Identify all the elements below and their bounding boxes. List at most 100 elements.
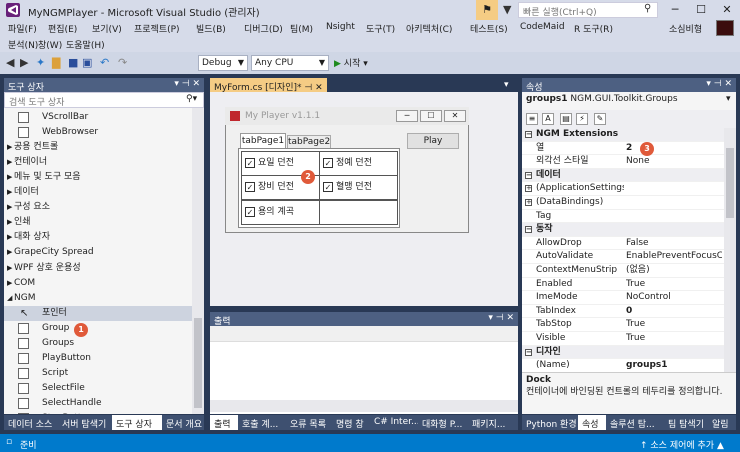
- bottom-tab[interactable]: 문서 개요: [162, 415, 204, 430]
- toolbox-item[interactable]: ▶ 구성 요소: [4, 200, 192, 215]
- toolbox-scroll-thumb[interactable]: [194, 318, 202, 408]
- collapse-icon[interactable]: −: [525, 171, 532, 179]
- bottom-tab[interactable]: 팀 탐색기: [664, 415, 708, 430]
- bottom-tab[interactable]: 도구 상자: [112, 415, 162, 430]
- property-value[interactable]: EnablePreventFocusChar: [626, 250, 722, 263]
- start-button[interactable]: ▶ 시작 ▾: [334, 56, 368, 69]
- bottom-tab[interactable]: 솔루션 탐...: [606, 415, 664, 430]
- checkbox-daily-dungeon[interactable]: ✓ 요일 던전: [245, 156, 325, 170]
- property-row[interactable]: + (ApplicationSettings): [522, 182, 724, 196]
- configuration-select[interactable]: Debug ▼: [198, 55, 248, 71]
- play-button[interactable]: Play: [407, 133, 459, 149]
- toolbox-header[interactable]: 도구 상자 ▾ ⊣ ✕: [4, 78, 204, 93]
- menu-item[interactable]: CodeMaid: [520, 22, 565, 32]
- property-pages-icon[interactable]: ✎: [594, 113, 606, 125]
- toolbox-item[interactable]: ▶ 인쇄: [4, 215, 192, 230]
- document-tab[interactable]: MyForm.cs [디자인]* ⊣ ✕: [210, 78, 327, 93]
- toolbox-item[interactable]: ▶ 메뉴 및 도구 모음: [4, 170, 192, 185]
- close-button[interactable]: ✕: [714, 0, 740, 20]
- property-value[interactable]: None: [626, 155, 722, 168]
- menu-item[interactable]: 보기(V): [92, 22, 122, 35]
- property-row[interactable]: TabStop True: [522, 318, 724, 332]
- back-icon[interactable]: ◀: [6, 56, 14, 69]
- bottom-tab[interactable]: 대화형 P...: [418, 415, 468, 430]
- property-row[interactable]: 열2: [522, 142, 724, 156]
- collapse-icon[interactable]: −: [525, 226, 532, 234]
- property-value[interactable]: False: [626, 237, 722, 250]
- menu-item[interactable]: 편집(E): [48, 22, 77, 35]
- property-row[interactable]: Enabled True: [522, 278, 724, 292]
- bottom-tab[interactable]: C# Inter...: [370, 415, 420, 430]
- toolbox-item[interactable]: Groups: [4, 336, 192, 351]
- property-value[interactable]: True: [626, 332, 722, 345]
- property-row[interactable]: Visible True: [522, 332, 724, 346]
- toolbox-item[interactable]: ▶ WPF 상호 운용성: [4, 261, 192, 276]
- categorized-icon[interactable]: ≡: [526, 113, 538, 125]
- toolbox-item[interactable]: WebBrowser: [4, 125, 192, 140]
- search-icon[interactable]: ⚲▾: [186, 94, 197, 104]
- property-value[interactable]: True: [626, 278, 722, 291]
- redo-icon[interactable]: ↷: [118, 56, 127, 69]
- expand-icon[interactable]: +: [525, 199, 532, 206]
- panel-controls-icon[interactable]: ▾ ⊣ ✕: [488, 313, 514, 323]
- new-project-icon[interactable]: ✦: [36, 56, 45, 69]
- toolbox-item[interactable]: ▶ 공용 컨트롤: [4, 140, 192, 155]
- menu-item[interactable]: 분석(N): [8, 38, 38, 51]
- panel-controls-icon[interactable]: ▾ ⊣ ✕: [706, 79, 732, 89]
- toolbox-item[interactable]: Group: [4, 321, 192, 336]
- property-row[interactable]: + (DataBindings): [522, 196, 724, 210]
- toolbox-item[interactable]: ◢ NGM: [4, 291, 192, 306]
- bottom-tab[interactable]: 패키지...: [468, 415, 518, 430]
- menu-item[interactable]: 파일(F): [8, 22, 37, 35]
- property-row[interactable]: TabIndex 0: [522, 305, 724, 319]
- menu-item[interactable]: 빌드(B): [196, 22, 226, 35]
- user-name[interactable]: 소심비형: [669, 22, 702, 35]
- property-category[interactable]: − 디자인: [522, 345, 724, 360]
- menu-item[interactable]: 도움말(H): [66, 38, 105, 51]
- toolbox-item[interactable]: ▶ GrapeCity Spread: [4, 245, 192, 260]
- menu-item[interactable]: 테스트(S): [470, 22, 508, 35]
- toolbox-item[interactable]: SelectHandle: [4, 396, 192, 411]
- panel-controls-icon[interactable]: ▾ ⊣ ✕: [174, 79, 200, 89]
- checkbox-equipment-dungeon[interactable]: ✓ 장비 던전: [245, 180, 325, 194]
- bottom-tab[interactable]: 호출 계...: [238, 415, 286, 430]
- toolbox-search-input[interactable]: 검색 도구 상자: [4, 92, 204, 108]
- checkbox-dragon-valley[interactable]: ✓ 용의 계곡: [245, 205, 325, 219]
- source-control-button[interactable]: ↑ 소스 제어에 추가 ▲: [640, 438, 724, 451]
- output-scrollbar[interactable]: [210, 400, 518, 412]
- platform-select[interactable]: Any CPU ▼: [251, 55, 329, 71]
- bottom-tab[interactable]: 출력: [210, 415, 238, 430]
- toolbox-item[interactable]: PlayButton: [4, 351, 192, 366]
- properties-icon[interactable]: ▤: [560, 113, 572, 125]
- chevron-down-icon[interactable]: ▾: [726, 94, 731, 104]
- menu-item[interactable]: 팀(M): [290, 22, 313, 35]
- toolbox-item[interactable]: ▶ COM: [4, 276, 192, 291]
- save-all-icon[interactable]: ▣: [82, 56, 92, 69]
- bottom-tab[interactable]: 명령 창: [332, 415, 370, 430]
- toolbox-item[interactable]: ↖ 포인터: [4, 305, 192, 321]
- checkbox-elite-dungeon[interactable]: ✓ 정예 던전: [323, 156, 403, 170]
- property-value[interactable]: (없음): [626, 264, 722, 277]
- property-value[interactable]: True: [626, 318, 722, 331]
- property-row[interactable]: AllowDrop False: [522, 237, 724, 251]
- tab-page2[interactable]: tabPage2: [287, 135, 331, 149]
- property-value[interactable]: NoControl: [626, 291, 722, 304]
- menu-item[interactable]: 프로젝트(P): [134, 22, 180, 35]
- properties-header[interactable]: 속성 ▾ ⊣ ✕: [522, 78, 736, 93]
- bottom-tab[interactable]: 속성: [578, 415, 606, 430]
- toolbox-item[interactable]: ▶ 데이터: [4, 185, 192, 200]
- output-header[interactable]: 출력 ▾ ⊣ ✕: [210, 312, 518, 327]
- menu-item[interactable]: 디버그(D): [244, 22, 283, 35]
- toolbox-item[interactable]: Script: [4, 366, 192, 381]
- menu-item[interactable]: R 도구(R): [574, 22, 613, 35]
- tab-page1[interactable]: tabPage1: [240, 133, 286, 149]
- save-icon[interactable]: ■: [68, 56, 78, 69]
- property-value[interactable]: 0: [626, 305, 722, 318]
- bottom-tab[interactable]: 데이터 소스: [4, 415, 58, 430]
- property-value[interactable]: groups1: [626, 359, 722, 372]
- forward-icon[interactable]: ▶: [20, 56, 28, 69]
- property-row[interactable]: 외각선 스타일 None: [522, 155, 724, 169]
- checkbox-clan-dungeon[interactable]: ✓ 혈맹 던전: [323, 180, 403, 194]
- toolbox-item[interactable]: ▶ 컨테이너: [4, 155, 192, 170]
- quick-launch-input[interactable]: 빠른 실행(Ctrl+Q): [518, 2, 658, 18]
